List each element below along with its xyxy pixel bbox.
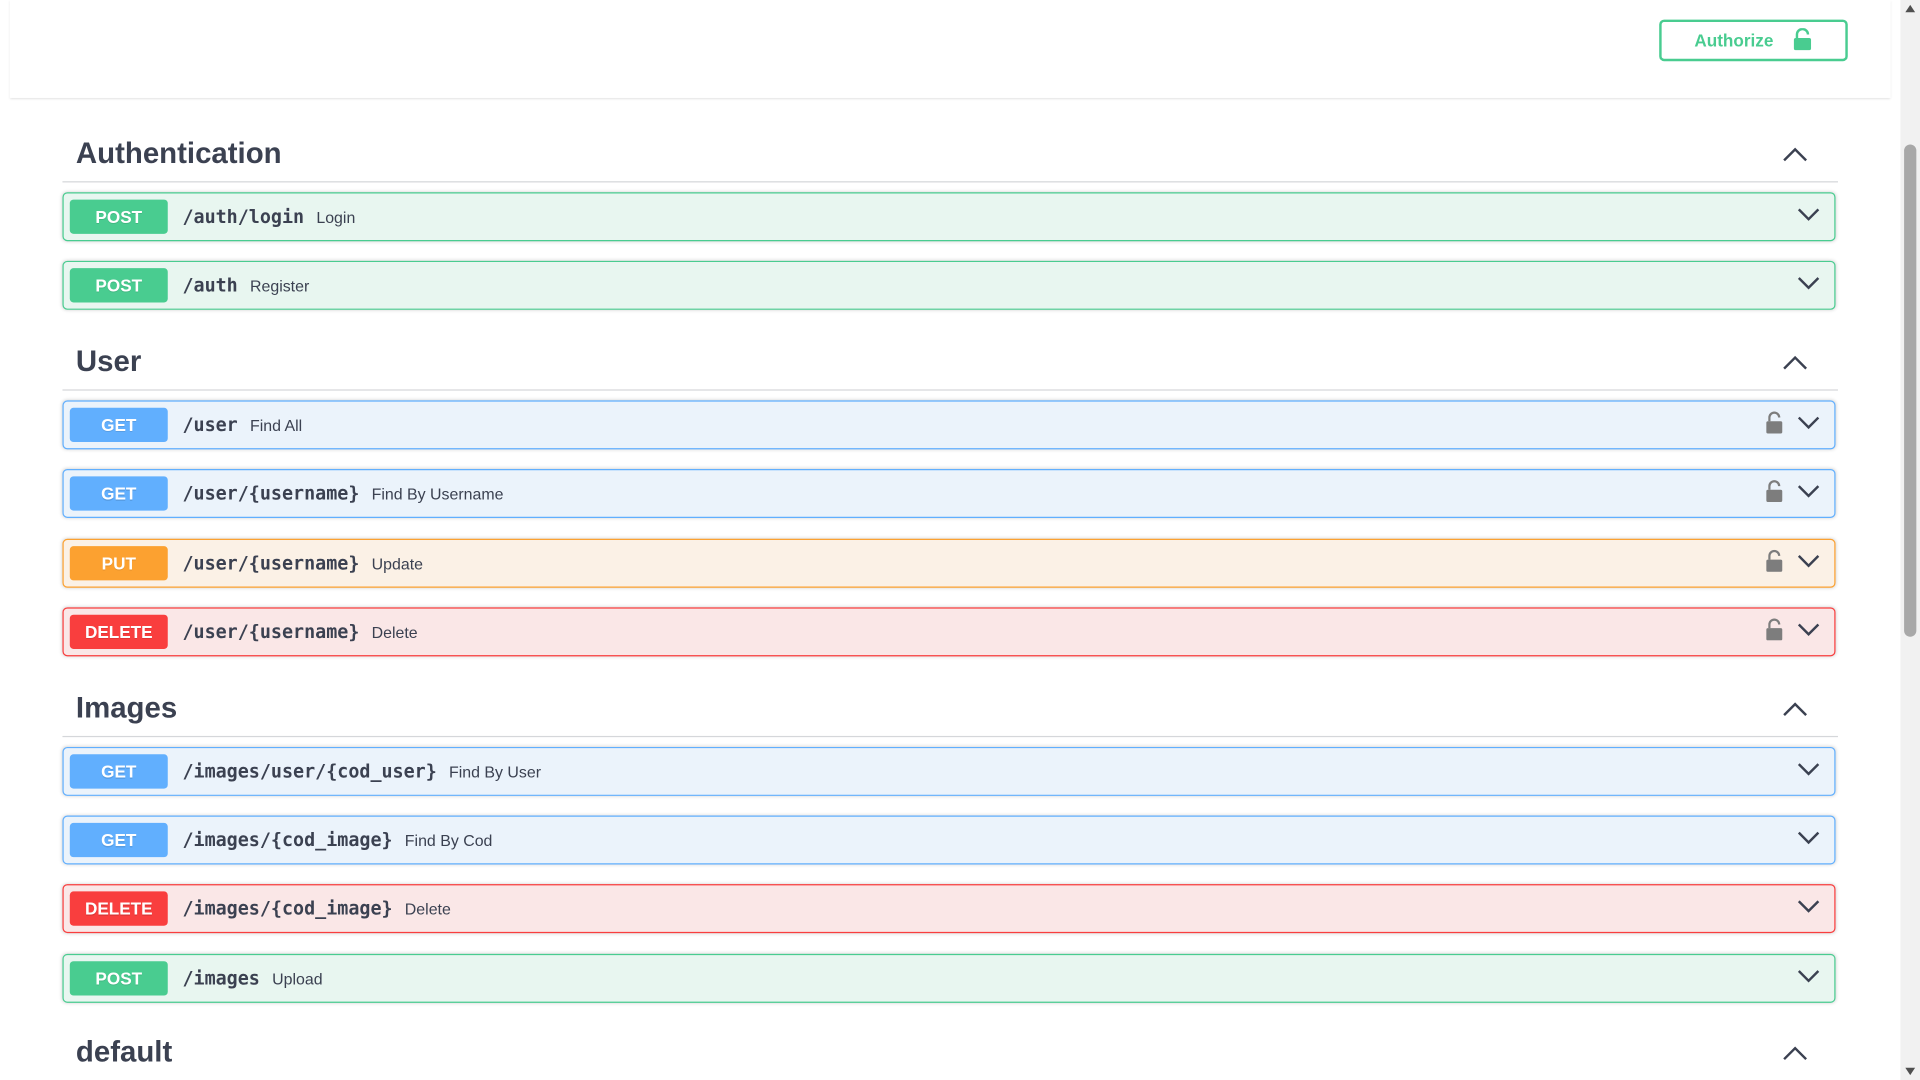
operation-post-auth-login[interactable]: POST /auth/login Login	[62, 192, 1836, 242]
scrollbar-thumb[interactable]	[1904, 144, 1917, 637]
section-authentication[interactable]: Authentication	[62, 127, 1838, 183]
operation-summary: Login	[316, 207, 356, 226]
section-title: Images	[75, 691, 178, 725]
chevron-down-icon[interactable]	[1797, 829, 1820, 851]
section-title: Authentication	[75, 137, 282, 171]
chevron-down-icon[interactable]	[1797, 621, 1820, 643]
section-default[interactable]: default	[62, 1026, 1838, 1080]
chevron-up-icon	[1783, 355, 1808, 370]
operation-path: /user/{username}	[182, 620, 360, 643]
authorize-label: Authorize	[1694, 30, 1774, 51]
lock-icon[interactable]	[1766, 479, 1783, 507]
method-badge: PUT	[69, 546, 168, 581]
operation-path: /auth/login	[182, 205, 305, 228]
lock-icon[interactable]	[1766, 617, 1783, 646]
operation-path: /images	[182, 967, 260, 990]
operation-put-user-username[interactable]: PUT /user/{username} Update	[62, 538, 1836, 588]
operation-summary: Find All	[249, 415, 303, 435]
operation-get-images-user[interactable]: GET /images/user/{cod_user} Find By User	[62, 746, 1836, 796]
operation-path: /images/user/{cod_user}	[182, 760, 437, 783]
chevron-down-icon[interactable]	[1797, 206, 1820, 228]
method-badge: POST	[69, 961, 168, 996]
top-bar: Authorize	[9, 0, 1891, 98]
operation-post-auth[interactable]: POST /auth Register	[62, 260, 1836, 310]
operation-delete-images-cod[interactable]: DELETE /images/{cod_image} Delete	[62, 884, 1836, 934]
operation-path: /images/{cod_image}	[182, 897, 393, 920]
authorize-button[interactable]: Authorize	[1659, 19, 1848, 62]
lock-icon[interactable]	[1766, 411, 1783, 439]
operation-get-user-username[interactable]: GET /user/{username} Find By Username	[62, 468, 1836, 518]
method-badge: POST	[69, 199, 168, 234]
chevron-down-icon[interactable]	[1797, 967, 1820, 989]
operation-path: /user/{username}	[182, 482, 360, 505]
method-badge: DELETE	[69, 891, 168, 926]
operation-get-images-cod[interactable]: GET /images/{cod_image} Find By Cod	[62, 815, 1836, 865]
section-user[interactable]: User	[62, 336, 1838, 391]
chevron-up-icon	[1783, 1046, 1808, 1061]
chevron-down-icon[interactable]	[1797, 760, 1820, 782]
method-badge: DELETE	[69, 614, 168, 649]
chevron-up-icon	[1783, 147, 1808, 162]
chevron-down-icon[interactable]	[1797, 552, 1820, 574]
operation-path: /images/{cod_image}	[182, 828, 393, 852]
swagger-page: Authorize Authentication POST /auth/logi…	[0, 0, 1920, 1080]
operation-get-user[interactable]: GET /user Find All	[62, 400, 1836, 450]
chevron-down-icon[interactable]	[1797, 274, 1820, 296]
operation-post-images[interactable]: POST /images Upload	[62, 953, 1836, 1003]
section-title: User	[75, 345, 142, 379]
method-badge: GET	[69, 822, 168, 858]
operation-summary: Update	[371, 554, 423, 573]
operation-delete-user-username[interactable]: DELETE /user/{username} Delete	[62, 607, 1836, 657]
chevron-down-icon[interactable]	[1797, 414, 1820, 436]
operation-summary: Delete	[371, 622, 418, 642]
chevron-up-icon	[1783, 702, 1808, 716]
scroll-up-arrow-icon[interactable]	[1900, 0, 1920, 17]
method-badge: GET	[69, 407, 168, 443]
operation-path: /user	[182, 413, 238, 436]
chevron-down-icon[interactable]	[1797, 898, 1820, 920]
unlocked-icon	[1793, 27, 1813, 54]
method-badge: GET	[69, 754, 168, 789]
operation-summary: Find By User	[449, 762, 542, 781]
operation-summary: Delete	[404, 899, 451, 918]
method-badge: POST	[69, 268, 168, 303]
vertical-scrollbar[interactable]	[1900, 0, 1920, 1080]
chevron-down-icon[interactable]	[1797, 482, 1820, 504]
section-title: default	[75, 1035, 173, 1069]
operation-summary: Find By Cod	[404, 830, 493, 850]
lock-icon[interactable]	[1766, 549, 1783, 577]
method-badge: GET	[69, 476, 168, 511]
operation-summary: Upload	[272, 969, 323, 988]
operation-summary: Find By Username	[371, 484, 504, 503]
operation-path: /auth	[182, 274, 238, 297]
scroll-down-arrow-icon[interactable]	[1900, 1063, 1920, 1080]
operation-summary: Register	[249, 276, 310, 295]
section-images[interactable]: Images	[62, 682, 1838, 738]
operation-path: /user/{username}	[182, 552, 360, 575]
